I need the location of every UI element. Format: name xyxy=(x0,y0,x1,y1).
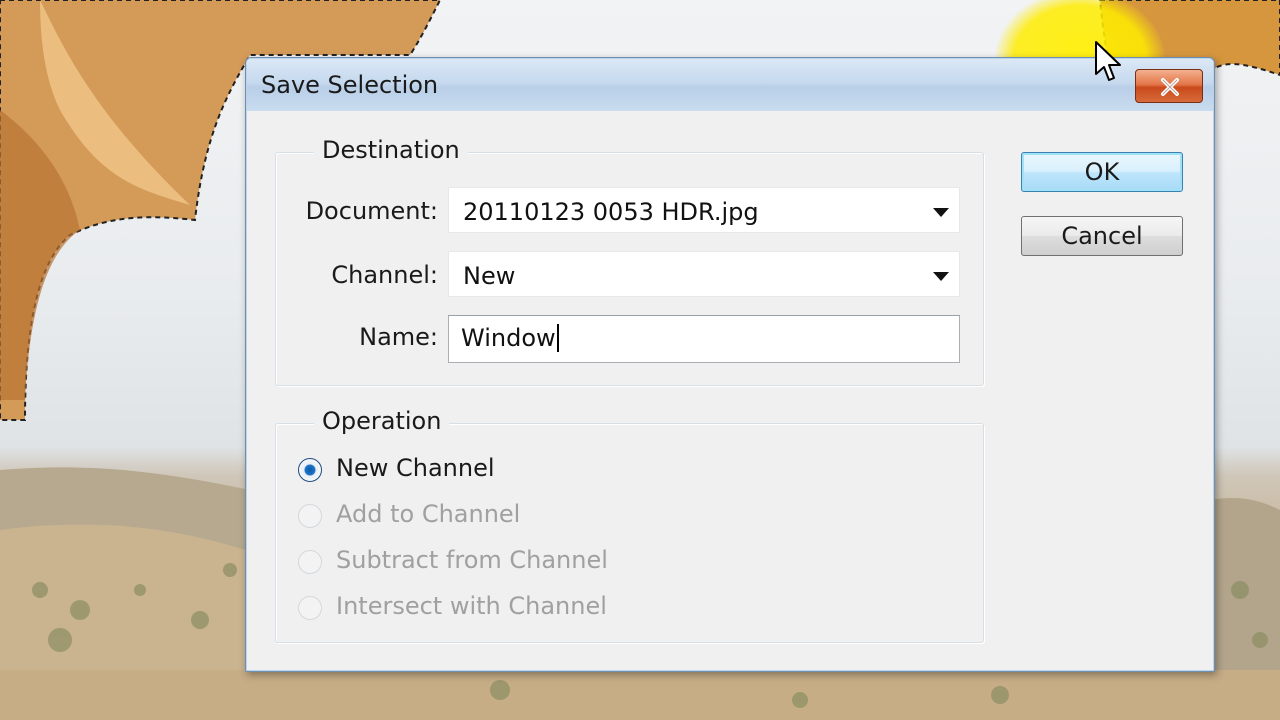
document-label: Document: xyxy=(305,197,438,225)
mouse-pointer-icon xyxy=(1095,41,1121,81)
close-icon xyxy=(1161,78,1179,96)
radio-label: Subtract from Channel xyxy=(336,546,608,574)
dialog-title: Save Selection xyxy=(261,71,439,99)
chevron-down-icon xyxy=(933,272,949,281)
channel-label: Channel: xyxy=(331,261,438,289)
close-button[interactable] xyxy=(1135,69,1203,103)
name-label: Name: xyxy=(359,323,438,351)
document-dropdown[interactable]: 20110123 0053 HDR.jpg xyxy=(448,187,960,233)
radio-button[interactable] xyxy=(298,550,322,574)
radio-button-selected[interactable] xyxy=(298,458,322,482)
channel-value: New xyxy=(463,262,516,290)
radio-label: Intersect with Channel xyxy=(336,592,607,620)
cancel-button[interactable]: Cancel xyxy=(1021,216,1183,256)
operation-legend: Operation xyxy=(314,407,450,435)
radio-button[interactable] xyxy=(298,596,322,620)
text-caret xyxy=(556,324,559,352)
destination-legend: Destination xyxy=(314,136,468,164)
radio-label: New Channel xyxy=(336,454,495,482)
channel-dropdown[interactable]: New xyxy=(448,251,960,297)
title-bar[interactable]: Save Selection xyxy=(247,59,1213,111)
radio-label: Add to Channel xyxy=(336,500,521,528)
chevron-down-icon xyxy=(933,208,949,217)
ok-button[interactable]: OK xyxy=(1021,152,1183,192)
dialog-body: Destination Document: 20110123 0053 HDR.… xyxy=(254,112,1206,663)
operation-group: Operation New Channel Add to Channel Sub… xyxy=(275,407,984,643)
save-selection-dialog: Save Selection Destination Document: 201… xyxy=(245,57,1215,672)
name-value: Window xyxy=(461,324,556,352)
destination-group: Destination Document: 20110123 0053 HDR.… xyxy=(275,136,984,386)
name-input[interactable]: Window xyxy=(448,315,960,363)
document-value: 20110123 0053 HDR.jpg xyxy=(463,198,759,226)
radio-button[interactable] xyxy=(298,504,322,528)
